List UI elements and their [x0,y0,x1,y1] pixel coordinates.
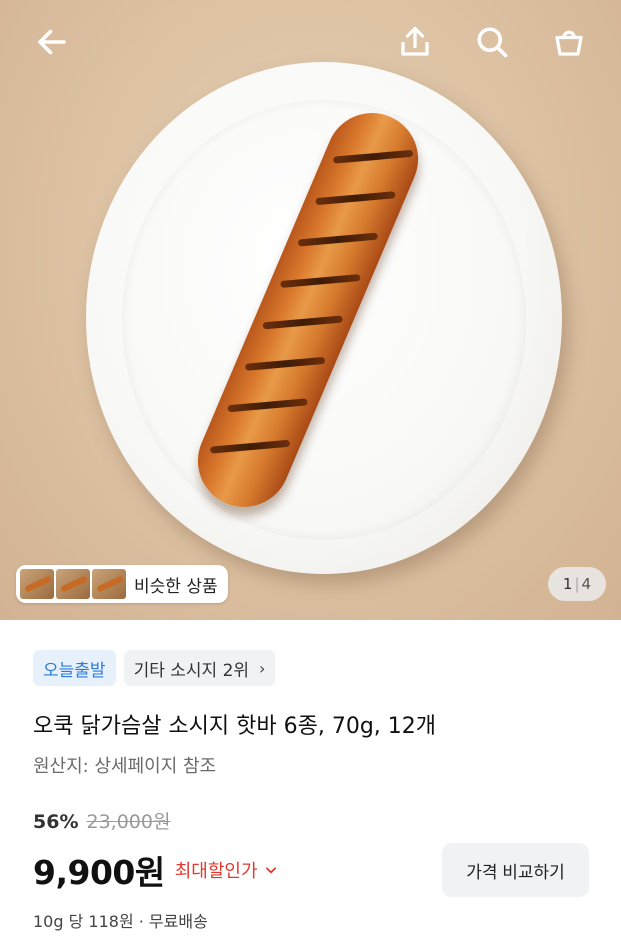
shopping-bag-icon[interactable] [549,22,589,62]
max-discount-dropdown[interactable]: 최대할인가 [175,857,278,883]
compare-price-button[interactable]: 가격 비교하기 [442,843,589,897]
image-counter-separator: | [574,575,580,593]
product-title: 오쿡 닭가슴살 소시지 핫바 6종, 70g, 12개 [33,714,437,739]
badge-row: 오늘출발 기타 소시지 2위 › [33,650,593,686]
category-rank-link[interactable]: 기타 소시지 2위 › [123,650,276,686]
similar-products-label: 비슷한 상품 [134,576,218,597]
product-info: 오늘출발 기타 소시지 2위 › 오쿡 닭가슴살 소시지 핫바 6종, 70g,… [33,650,593,931]
image-counter-total: 4 [581,575,592,593]
top-bar [0,0,621,84]
discount-row: 56% 23,000원 [33,807,170,834]
image-counter-current: 1 [562,575,573,593]
similar-products-button[interactable]: 비슷한 상품 [16,565,228,603]
today-shipping-badge: 오늘출발 [33,650,116,686]
discount-rate: 56% [33,811,79,833]
original-price: 23,000원 [86,811,171,833]
image-counter: 1 | 4 [548,567,606,601]
category-rank-label: 기타 소시지 2위 [133,660,250,681]
sale-price: 9,900원 [33,853,165,892]
product-origin: 원산지: 상세페이지 참조 [33,756,217,777]
max-discount-label: 최대할인가 [174,861,258,882]
price-row: 9,900원 최대할인가 [33,846,278,894]
chevron-right-icon: › [259,658,266,678]
similar-thumb-1 [20,569,54,599]
product-image[interactable] [0,0,621,620]
unit-price-shipping: 10g 당 118원 · 무료배송 [33,912,208,931]
share-icon[interactable] [395,22,435,62]
similar-thumb-3 [92,569,126,599]
search-icon[interactable] [472,22,512,62]
chevron-down-icon [265,867,276,874]
similar-thumb-2 [56,569,90,599]
back-arrow-icon[interactable] [32,22,72,62]
